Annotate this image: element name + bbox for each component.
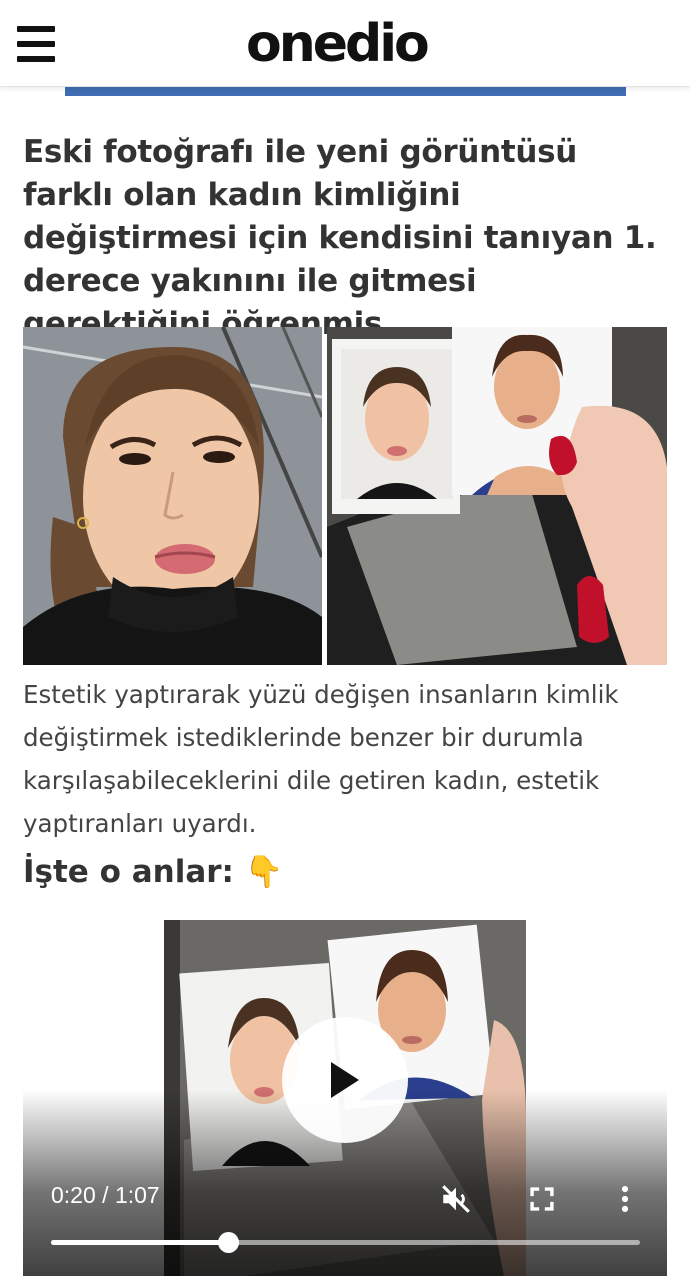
- onedio-logo[interactable]: onedio: [246, 12, 430, 76]
- mute-button[interactable]: [439, 1182, 473, 1216]
- video-player[interactable]: 0:20 / 1:07: [23, 920, 667, 1276]
- video-intro-heading: İşte o anlar: 👇: [23, 854, 284, 890]
- fullscreen-icon: [530, 1187, 554, 1211]
- progress-scrubber-handle[interactable]: [217, 1232, 239, 1253]
- video-time-display: 0:20 / 1:07: [51, 1182, 160, 1209]
- selfie-photo: [23, 327, 322, 665]
- selfie-illustration: [23, 327, 322, 665]
- fullscreen-button[interactable]: [525, 1182, 559, 1216]
- ad-banner-strip[interactable]: [65, 86, 626, 96]
- article-headline: Eski fotoğrafı ile yeni görüntüsü farklı…: [23, 134, 657, 342]
- article-caption: Estetik yaptırarak yüzü değişen insanlar…: [23, 680, 619, 838]
- play-icon: [331, 1062, 359, 1098]
- current-time: 0:20: [51, 1182, 96, 1208]
- play-button[interactable]: [282, 1017, 408, 1143]
- passport-photos-illustration: [327, 327, 667, 665]
- video-progress-bar[interactable]: [51, 1232, 640, 1253]
- hamburger-menu-icon[interactable]: [17, 26, 55, 62]
- duration: 1:07: [114, 1182, 160, 1208]
- time-separator: /: [102, 1182, 109, 1208]
- more-options-icon: [621, 1185, 629, 1213]
- mute-icon: [442, 1185, 470, 1213]
- top-bar: onedio: [0, 0, 690, 87]
- progress-played: [51, 1240, 228, 1245]
- more-options-button[interactable]: [608, 1182, 642, 1216]
- passport-photos-image: [327, 327, 667, 665]
